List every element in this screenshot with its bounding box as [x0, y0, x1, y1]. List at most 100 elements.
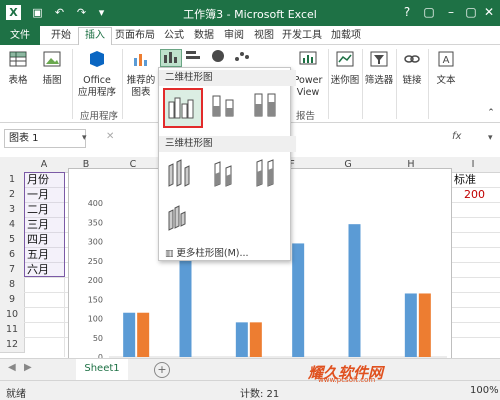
tab-formulas[interactable]: 公式 — [160, 28, 188, 44]
row-header[interactable]: 4 — [0, 217, 25, 233]
office-store-icon — [90, 51, 104, 67]
tab-file[interactable]: 文件 — [0, 26, 40, 45]
row-header[interactable]: 9 — [0, 292, 25, 308]
stacked-column-option[interactable] — [207, 88, 243, 124]
column-header-i[interactable]: I — [446, 157, 500, 173]
cell-i1[interactable]: 标准 — [452, 172, 476, 187]
illustrations-icon — [43, 51, 61, 67]
status-bar: 就绪 计数: 21 100% — [0, 380, 500, 400]
svg-text:A: A — [443, 55, 450, 66]
ribbon-options-button[interactable]: ▢ — [420, 4, 438, 20]
row-header[interactable]: 6 — [0, 247, 25, 263]
y-tick-label: 300 — [88, 238, 103, 247]
cell-a1[interactable]: 月份 — [25, 172, 49, 187]
chart-bar — [123, 312, 136, 357]
y-tick-label: 400 — [88, 199, 103, 208]
zoom-level[interactable]: 100% — [470, 385, 499, 396]
cell-a4[interactable]: 三月 — [25, 217, 49, 232]
3d-clustered-column-option[interactable] — [163, 156, 199, 192]
3d-stacked-column-option[interactable] — [207, 156, 243, 192]
pie-chart-dropdown[interactable] — [208, 49, 228, 65]
tab-developer[interactable]: 开发工具 — [280, 28, 324, 44]
sparklines-button[interactable]: 迷你图 — [330, 49, 360, 87]
name-box[interactable]: 图表 1 — [4, 129, 86, 148]
tab-view[interactable]: 视图 — [250, 28, 278, 44]
minimize-button[interactable]: – — [442, 4, 460, 20]
group-divider — [122, 49, 123, 119]
tab-addins[interactable]: 加载项 — [326, 28, 366, 44]
recommended-chart-icon — [134, 54, 147, 66]
ribbon-tabs: 文件 开始 插入 页面布局 公式 数据 审阅 视图 开发工具 加载项 — [0, 26, 500, 47]
name-box-dropdown-icon[interactable]: ▾ — [82, 133, 87, 143]
3d-column-icon — [168, 205, 186, 231]
chart-bar — [292, 243, 305, 357]
3d-percent-stacked-column-icon — [256, 159, 274, 187]
link-icon — [404, 55, 420, 63]
cell-a7[interactable]: 六月 — [25, 262, 49, 277]
tab-data[interactable]: 数据 — [190, 28, 218, 44]
illustrations-button[interactable]: 插图 — [38, 49, 66, 87]
other-chart-dropdown[interactable] — [232, 49, 252, 65]
row-header[interactable]: 1 — [0, 172, 25, 188]
cell-a2[interactable]: 一月 — [25, 187, 49, 202]
select-all-corner[interactable] — [0, 157, 25, 173]
table-button[interactable]: 表格 — [4, 49, 32, 87]
section-3d-column: 三维柱形图 — [159, 136, 296, 152]
sheet-tab-sheet1[interactable]: Sheet1 — [76, 359, 128, 382]
percent-stacked-column-option[interactable] — [249, 88, 285, 124]
row-header[interactable]: 10 — [0, 307, 25, 323]
maximize-button[interactable]: ▢ — [462, 4, 480, 20]
3d-column-option[interactable] — [163, 200, 199, 236]
office-apps-label-1: Office — [83, 75, 111, 86]
row-header[interactable]: 11 — [0, 322, 25, 338]
scroll-first-sheet-icon[interactable]: ◀ — [8, 362, 16, 373]
text-button[interactable]: A 文本 — [432, 49, 460, 87]
tab-page-layout[interactable]: 页面布局 — [112, 28, 158, 44]
cell-a6[interactable]: 五月 — [25, 247, 49, 262]
tab-review[interactable]: 审阅 — [220, 28, 248, 44]
illustrations-label: 插图 — [42, 75, 62, 86]
scatter-chart-icon — [235, 52, 249, 61]
row-header[interactable]: 3 — [0, 202, 25, 218]
3d-clustered-column-icon — [168, 159, 190, 187]
more-column-charts-link[interactable]: ▥ 更多柱形图(M)... — [165, 245, 249, 259]
expand-formula-bar-icon[interactable]: ▾ — [488, 133, 493, 143]
filters-button[interactable]: 筛选器 — [364, 49, 394, 87]
help-button[interactable]: ? — [398, 4, 416, 20]
cell-a5[interactable]: 四月 — [25, 232, 49, 247]
new-sheet-button[interactable]: + — [154, 362, 170, 378]
3d-percent-stacked-column-option[interactable] — [249, 156, 285, 192]
table-label: 表格 — [8, 75, 28, 86]
chart-bar — [348, 224, 361, 357]
tab-insert[interactable]: 插入 — [78, 27, 112, 47]
column-chart-icon — [164, 52, 177, 63]
column-chart-dropdown[interactable] — [160, 49, 182, 67]
clustered-column-option[interactable] — [163, 88, 203, 128]
scroll-last-sheet-icon[interactable]: ▶ — [24, 362, 32, 373]
collapse-ribbon-icon[interactable]: ⌃ — [486, 107, 496, 119]
section-2d-column: 二维柱形图 — [159, 70, 296, 86]
cell-i2[interactable]: 200 — [462, 187, 485, 202]
row-header[interactable]: 2 — [0, 187, 25, 203]
y-tick-label: 350 — [88, 218, 103, 227]
link-button[interactable]: 链接 — [398, 49, 426, 87]
chart-bar — [404, 293, 417, 357]
watermark-url: www.pcsoft.com — [318, 376, 376, 384]
tab-home[interactable]: 开始 — [46, 28, 76, 44]
recommended-charts-button[interactable]: 推荐的 图表 — [124, 49, 158, 99]
office-apps-button[interactable]: Office 应用程序 — [74, 49, 120, 99]
row-header[interactable]: 5 — [0, 232, 25, 248]
row-header[interactable]: 12 — [0, 337, 25, 353]
column-header-a[interactable]: A — [24, 157, 65, 173]
power-view-label-2: View — [296, 87, 320, 98]
table-icon — [9, 51, 27, 67]
bar-chart-dropdown[interactable] — [184, 49, 204, 65]
insert-function-icon[interactable]: fx — [452, 131, 461, 142]
row-header[interactable]: 7 — [0, 262, 25, 278]
y-tick-label: 150 — [88, 295, 103, 304]
recommended-charts-label-2: 图表 — [131, 87, 151, 98]
column-chart-gallery: 二维柱形图 三维柱形图 ▥ 更多柱形图(M)... — [158, 67, 296, 261]
close-button[interactable]: ✕ — [480, 4, 498, 20]
row-header[interactable]: 8 — [0, 277, 25, 293]
cell-a3[interactable]: 二月 — [25, 202, 49, 217]
